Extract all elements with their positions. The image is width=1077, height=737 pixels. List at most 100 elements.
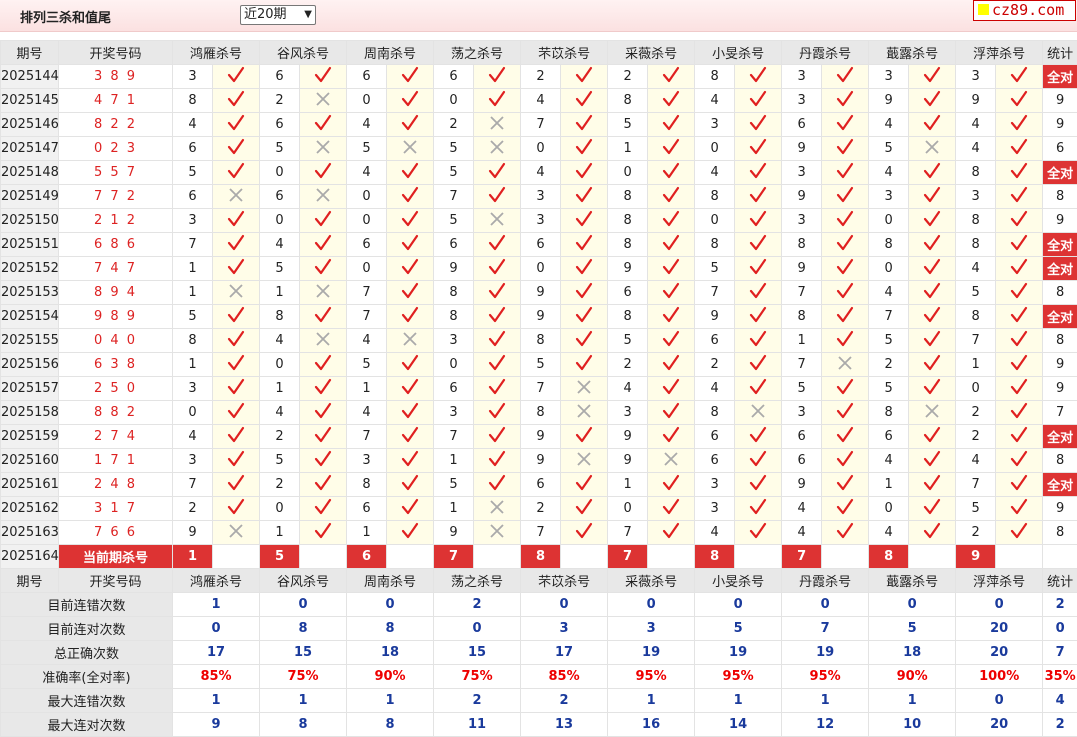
kill-number-cell: 6 bbox=[347, 233, 387, 257]
kill-number-cell: 8 bbox=[173, 329, 213, 353]
kill-number-cell: 8 bbox=[434, 305, 474, 329]
kill-number-cell: 6 bbox=[782, 425, 822, 449]
check-icon bbox=[996, 353, 1043, 377]
check-icon bbox=[648, 329, 695, 353]
kill-number-cell: 6 bbox=[173, 185, 213, 209]
check-icon bbox=[822, 209, 869, 233]
draw-number-cell: 1 7 1 bbox=[59, 449, 173, 473]
kill-number-cell: 3 bbox=[782, 401, 822, 425]
stat-cell: 9 bbox=[1043, 113, 1077, 137]
kill-number-cell: 7 bbox=[347, 425, 387, 449]
stat-value: 7 bbox=[782, 617, 869, 641]
kill-number-cell: 5 bbox=[347, 137, 387, 161]
kill-number-cell: 3 bbox=[173, 209, 213, 233]
check-icon bbox=[213, 329, 260, 353]
check-icon bbox=[735, 305, 782, 329]
kill-number-cell: 9 bbox=[521, 305, 561, 329]
empty-cell bbox=[735, 545, 782, 569]
check-icon bbox=[909, 233, 956, 257]
kill-number-cell: 2 bbox=[695, 353, 735, 377]
check-icon bbox=[648, 113, 695, 137]
cross-icon bbox=[387, 137, 434, 161]
kill-number-cell: 9 bbox=[521, 281, 561, 305]
kill-number-cell: 8 bbox=[608, 233, 648, 257]
stat-cell: 8 bbox=[1043, 185, 1077, 209]
stat-cell: 6 bbox=[1043, 137, 1077, 161]
site-logo[interactable]: cz89.com bbox=[973, 0, 1076, 21]
stat-value: 5 bbox=[869, 617, 956, 641]
check-icon bbox=[996, 89, 1043, 113]
table-row: 20251497 7 266073889338 bbox=[1, 185, 1077, 209]
column-header: 荡之杀号 bbox=[434, 569, 521, 593]
stat-cell: 8 bbox=[1043, 521, 1077, 545]
kill-number-cell: 4 bbox=[173, 425, 213, 449]
kill-number-cell: 9 bbox=[782, 137, 822, 161]
stat-value: 8 bbox=[347, 617, 434, 641]
stat-cell: 9 bbox=[1043, 89, 1077, 113]
kill-number-cell: 0 bbox=[869, 209, 909, 233]
all-correct-badge: 全对 bbox=[1043, 257, 1077, 281]
check-icon bbox=[387, 449, 434, 473]
check-icon bbox=[909, 449, 956, 473]
check-icon bbox=[648, 257, 695, 281]
kill-number-cell: 0 bbox=[173, 401, 213, 425]
prediction-cell: 7 bbox=[434, 545, 474, 569]
check-icon bbox=[474, 305, 521, 329]
check-icon bbox=[561, 521, 608, 545]
kill-number-cell: 3 bbox=[347, 449, 387, 473]
current-kill-label: 当前期杀号 bbox=[59, 545, 173, 569]
check-icon bbox=[909, 377, 956, 401]
empty-cell bbox=[648, 545, 695, 569]
kill-number-cell: 9 bbox=[782, 473, 822, 497]
stat-value: 0 bbox=[782, 593, 869, 617]
kill-number-cell: 0 bbox=[347, 257, 387, 281]
column-header: 期号 bbox=[1, 569, 59, 593]
kill-number-cell: 9 bbox=[434, 257, 474, 281]
stat-value: 7 bbox=[1043, 641, 1077, 665]
period-select[interactable]: 近20期 ▼ bbox=[240, 5, 316, 25]
stat-value: 2 bbox=[1043, 713, 1077, 737]
stat-value: 95% bbox=[608, 665, 695, 689]
stat-value: 0 bbox=[1043, 617, 1077, 641]
cross-icon bbox=[300, 89, 347, 113]
check-icon bbox=[387, 425, 434, 449]
period-cell: 2025154 bbox=[1, 305, 59, 329]
kill-number-cell: 6 bbox=[521, 233, 561, 257]
kill-number-cell: 4 bbox=[347, 401, 387, 425]
kill-number-cell: 4 bbox=[695, 161, 735, 185]
check-icon bbox=[996, 137, 1043, 161]
check-icon bbox=[648, 137, 695, 161]
kill-number-cell: 8 bbox=[608, 209, 648, 233]
kill-number-cell: 2 bbox=[260, 473, 300, 497]
check-icon bbox=[822, 425, 869, 449]
kill-number-cell: 7 bbox=[869, 305, 909, 329]
kill-number-cell: 7 bbox=[521, 377, 561, 401]
all-correct-badge: 全对 bbox=[1043, 473, 1077, 497]
kill-number-cell: 0 bbox=[347, 209, 387, 233]
kill-number-cell: 8 bbox=[521, 401, 561, 425]
check-icon bbox=[909, 257, 956, 281]
check-icon bbox=[213, 209, 260, 233]
cross-icon bbox=[648, 449, 695, 473]
period-cell: 2025157 bbox=[1, 377, 59, 401]
check-icon bbox=[648, 425, 695, 449]
kill-number-cell: 5 bbox=[521, 353, 561, 377]
check-icon bbox=[561, 185, 608, 209]
draw-number-cell: 9 8 9 bbox=[59, 305, 173, 329]
check-icon bbox=[735, 281, 782, 305]
check-icon bbox=[909, 473, 956, 497]
check-icon bbox=[822, 473, 869, 497]
all-correct-badge: 全对 bbox=[1043, 305, 1077, 329]
check-icon bbox=[474, 449, 521, 473]
cross-icon bbox=[474, 113, 521, 137]
check-icon bbox=[735, 257, 782, 281]
stat-value: 3 bbox=[521, 617, 608, 641]
stat-cell: 8 bbox=[1043, 449, 1077, 473]
column-header: 丹霞杀号 bbox=[782, 569, 869, 593]
period-cell: 2025158 bbox=[1, 401, 59, 425]
stats-row: 最大连错次数11122111104 bbox=[1, 689, 1077, 713]
kill-number-cell: 0 bbox=[695, 137, 735, 161]
kill-number-cell: 6 bbox=[347, 65, 387, 89]
kill-number-cell: 3 bbox=[956, 65, 996, 89]
column-header: 统计 bbox=[1043, 41, 1077, 65]
